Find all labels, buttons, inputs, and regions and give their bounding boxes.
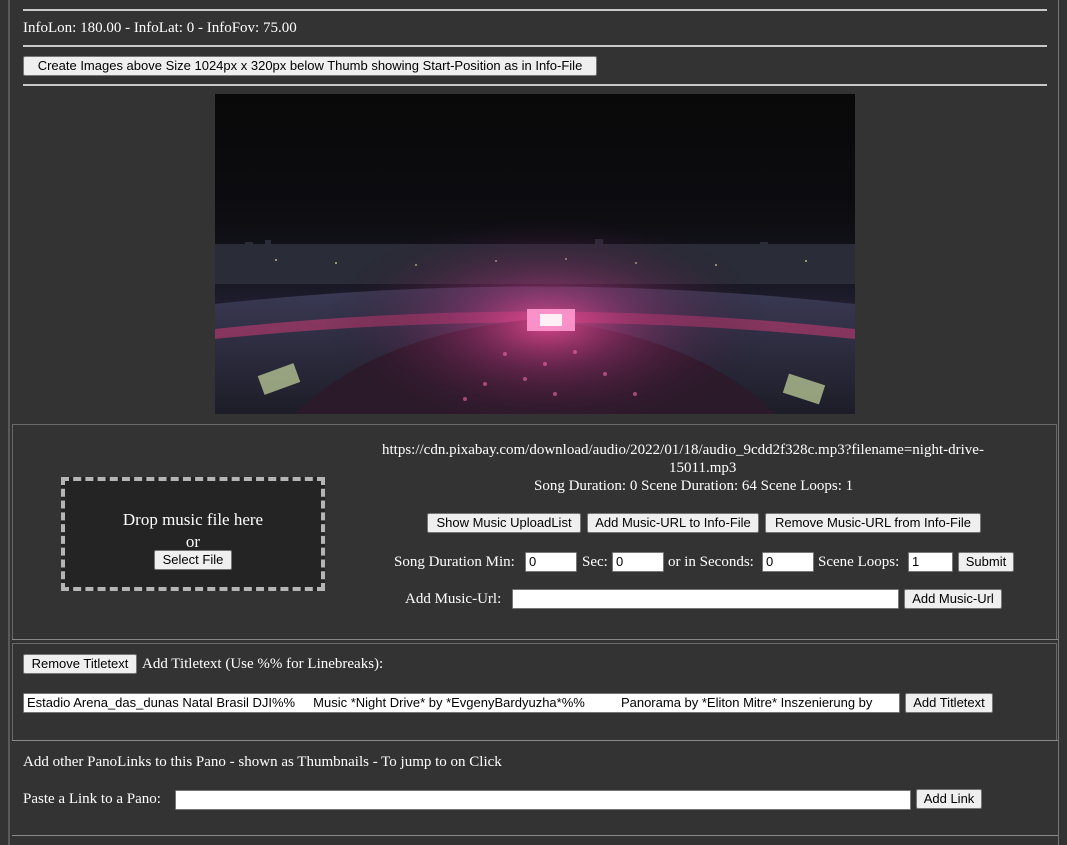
or-text: or <box>185 532 201 551</box>
remove-titletext-button[interactable]: Remove Titletext <box>23 654 137 674</box>
panolinks-heading: Add other PanoLinks to this Pano - shown… <box>23 754 502 770</box>
pano-link-input[interactable] <box>175 790 911 810</box>
remove-music-url-button[interactable]: Remove Music-URL from Info-File <box>765 513 981 533</box>
sec-input[interactable]: 0 <box>612 552 664 572</box>
right-border <box>1058 0 1059 845</box>
divider <box>12 740 1058 741</box>
seconds-input[interactable]: 0 <box>762 552 814 572</box>
durations-text: Song Duration: 0 Scene Duration: 64 Scen… <box>534 478 854 494</box>
divider <box>12 639 1058 640</box>
scene-loops-label: Scene Loops: <box>818 554 900 570</box>
add-titletext-button[interactable]: Add Titletext <box>905 693 993 713</box>
info-text: InfoLon: 180.00 - InfoLat: 0 - InfoFov: … <box>23 20 297 36</box>
select-file-button[interactable]: Select File <box>154 550 232 570</box>
titletext-heading: Add Titletext (Use %% for Linebreaks): <box>142 656 384 672</box>
panorama-drawing <box>215 94 855 414</box>
music-url-text-cont: 15011.mp3 <box>669 460 737 476</box>
divider <box>23 84 1047 86</box>
divider <box>23 45 1047 47</box>
add-link-button[interactable]: Add Link <box>916 789 982 809</box>
add-music-url-to-info-button[interactable]: Add Music-URL to Info-File <box>587 513 759 533</box>
music-drop-zone[interactable]: Drop music file here or Select File <box>61 477 325 591</box>
add-music-url-button[interactable]: Add Music-Url <box>904 589 1002 609</box>
stadium-panorama-image <box>215 94 855 414</box>
song-duration-min-input[interactable]: 0 <box>525 552 577 572</box>
add-music-url-label: Add Music-Url: <box>405 591 502 607</box>
or-in-seconds-label: or in Seconds: <box>668 554 754 570</box>
create-images-button[interactable]: Create Images above Size 1024px x 320px … <box>23 56 597 76</box>
divider <box>12 835 1058 836</box>
song-duration-min-label: Song Duration Min: <box>394 554 515 570</box>
divider <box>23 9 1047 11</box>
titletext-input[interactable]: Estadio Arena_das_dunas Natal Brasil DJI… <box>23 693 900 713</box>
left-border <box>8 0 10 845</box>
music-url-text: https://cdn.pixabay.com/download/audio/2… <box>382 442 984 458</box>
drop-text: Drop music file here <box>122 510 264 529</box>
paste-link-label: Paste a Link to a Pano: <box>23 791 161 807</box>
show-music-uploadlist-button[interactable]: Show Music UploadList <box>427 513 581 533</box>
music-url-input[interactable] <box>512 589 899 609</box>
sec-label: Sec: <box>582 554 608 570</box>
scene-loops-input[interactable]: 1 <box>908 552 953 572</box>
submit-button[interactable]: Submit <box>958 552 1014 572</box>
